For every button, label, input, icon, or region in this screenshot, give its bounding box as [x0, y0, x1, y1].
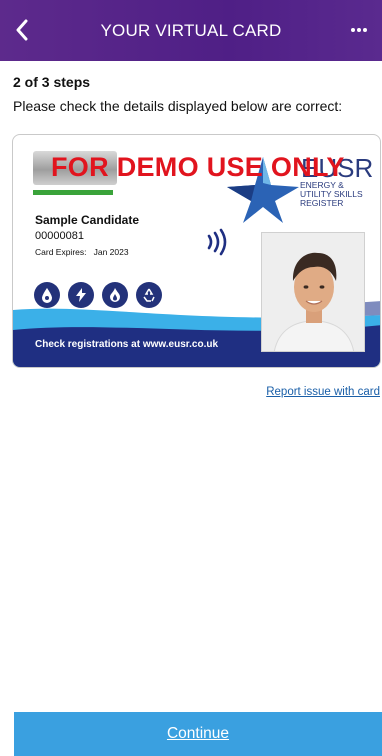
page-title: YOUR VIRTUAL CARD — [100, 20, 282, 40]
brand-subtitle-line: REGISTER — [300, 198, 344, 208]
qualification-icons — [34, 282, 162, 308]
person-portrait-icon — [262, 233, 364, 351]
contactless-icon — [207, 228, 227, 256]
electricity-icon — [68, 282, 94, 308]
instruction-text: Please check the details displayed below… — [13, 98, 343, 114]
more-options-button[interactable] — [348, 18, 370, 42]
report-issue-link[interactable]: Report issue with card — [266, 386, 380, 398]
card-holder-name: Sample Candidate — [35, 213, 140, 227]
card-expiry: Card Expires: Jan 2023 — [35, 247, 129, 257]
back-button[interactable] — [10, 16, 34, 44]
continue-button-label: Continue — [166, 725, 230, 742]
brand-subtitle: ENERGY & UTILITY SKILLS REGISTER — [300, 181, 372, 208]
app-header: YOUR VIRTUAL CARD — [0, 0, 382, 61]
virtual-card: EUSR ENERGY & UTILITY SKILLS REGISTER FO… — [12, 134, 381, 368]
card-footer-text: Check registrations at www.eusr.co.uk — [35, 339, 219, 350]
step-indicator: 2 of 3 steps — [13, 74, 91, 90]
water-drop-icon — [34, 282, 60, 308]
card-expiry-label: Card Expires: — [35, 247, 87, 257]
demo-watermark: FOR DEMO USE ONLY — [51, 152, 345, 182]
recycle-icon — [136, 282, 162, 308]
more-horizontal-icon — [351, 28, 367, 32]
chevron-left-icon — [16, 19, 28, 41]
card-expiry-value: Jan 2023 — [93, 247, 129, 257]
card-holder-photo — [261, 232, 365, 352]
continue-button[interactable]: Continue — [14, 712, 382, 756]
card-number: 00000081 — [35, 230, 84, 242]
gas-flame-icon — [102, 282, 128, 308]
card-green-stripe — [33, 190, 113, 195]
